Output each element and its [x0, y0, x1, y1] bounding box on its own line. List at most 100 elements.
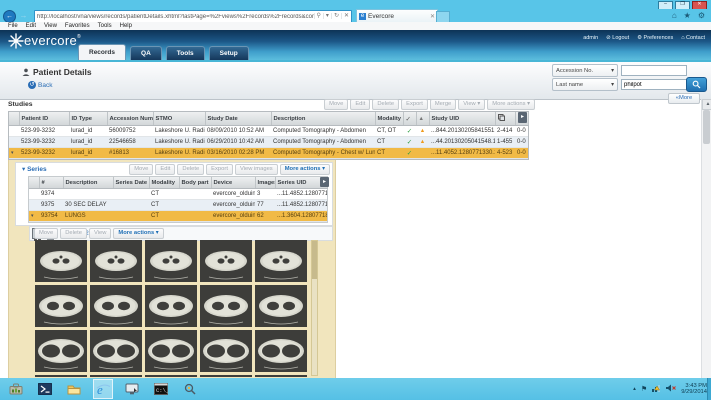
series-export-button[interactable]: Export [206, 164, 233, 175]
table-row[interactable]: ▾93754LUNGSCTevercore_olduin62...1.3604.… [29, 211, 327, 222]
column-header-images-count-icon[interactable] [495, 112, 515, 126]
studies-view-button[interactable]: View ▾ [458, 99, 485, 110]
series-move-button[interactable]: Move [129, 164, 153, 175]
taskbar-remote-desktop-icon[interactable] [122, 379, 142, 399]
studies-merge-button[interactable]: Merge [430, 99, 456, 110]
url-text[interactable]: http://localhost/vna/views/records/patie… [35, 14, 314, 20]
ct-slice-thumbnail[interactable] [35, 240, 87, 282]
scrollbar-thumb[interactable] [703, 110, 710, 144]
taskbar-powershell-icon[interactable] [35, 379, 55, 399]
column-header-patient-id[interactable]: Patient ID [19, 112, 69, 126]
network-warning-icon[interactable] [652, 384, 661, 394]
scroll-up-arrow[interactable]: ▲ [702, 99, 711, 110]
viewer-more-actions-button[interactable]: More actions ▾ [113, 228, 163, 239]
taskbar-server-manager-icon[interactable] [6, 379, 26, 399]
column-header-description[interactable]: Description [271, 112, 375, 126]
tab-tools[interactable]: Tools [166, 46, 205, 60]
series-more-actions-button[interactable]: More actions ▾ [280, 164, 330, 175]
column-header-body-part[interactable]: Body part [179, 177, 211, 189]
taskbar-search-tool-icon[interactable] [180, 379, 200, 399]
favorites-star-icon[interactable]: ★ [684, 10, 691, 21]
ct-slice-thumbnail[interactable] [145, 240, 197, 282]
tab-records[interactable]: Records [78, 44, 126, 60]
studies-move-button[interactable]: Move [324, 99, 348, 110]
series-delete-button[interactable]: Delete [177, 164, 204, 175]
last-name-input[interactable] [621, 79, 687, 90]
menu-tools[interactable]: Tools [94, 23, 116, 29]
ct-slice-thumbnail[interactable] [90, 240, 142, 282]
column-header-modality[interactable]: Modality [375, 112, 403, 126]
thumbnail-scrollbar[interactable] [311, 240, 318, 376]
taskbar-file-explorer-icon[interactable] [64, 379, 84, 399]
ct-slice-thumbnail[interactable] [145, 375, 197, 377]
series-more-columns-button[interactable]: ▸ [320, 177, 329, 187]
accession-no-dropdown[interactable]: Accession No.▾ [552, 64, 618, 77]
ct-slice-thumbnail[interactable] [90, 330, 142, 372]
last-name-dropdown[interactable]: Last name▾ [552, 78, 618, 91]
back-link[interactable]: ↺ Back [28, 81, 52, 89]
home-icon[interactable]: ⌂ [672, 10, 677, 21]
forward-button[interactable]: → [18, 10, 29, 21]
column-header-device[interactable]: Device [211, 177, 255, 189]
table-row[interactable]: 523-99-3232lurad_id22546658Lakeshore U. … [9, 137, 528, 148]
browser-tab-evercore[interactable]: e Evercore ✕ [356, 9, 438, 23]
more-search-fields-button[interactable]: «More [668, 93, 700, 104]
studies-edit-button[interactable]: Edit [350, 99, 370, 110]
column-header-modality[interactable]: Modality [149, 177, 179, 189]
ct-slice-thumbnail[interactable] [35, 375, 87, 377]
header-link-preferences[interactable]: ⚙Preferences [637, 35, 673, 41]
action-center-flag-icon[interactable]: ⚑ [641, 385, 647, 393]
column-header-stmo[interactable]: STMO [153, 112, 205, 126]
header-link-contact[interactable]: ⌂Contact [681, 35, 705, 41]
column-header-study-date[interactable]: Study Date [205, 112, 271, 126]
column-header-series-date[interactable]: Series Date [113, 177, 149, 189]
ct-slice-thumbnail[interactable] [255, 330, 307, 372]
column-header-check-icon[interactable]: ✓ [403, 112, 416, 126]
ct-slice-thumbnail[interactable] [35, 330, 87, 372]
search-icon[interactable]: ⚲ [314, 13, 323, 19]
page-scrollbar[interactable]: ▲ [701, 99, 711, 378]
series-edit-button[interactable]: Edit [155, 164, 175, 175]
studies-more-columns-button[interactable]: ▸ [518, 112, 527, 123]
ct-slice-thumbnail[interactable] [200, 330, 252, 372]
stop-icon[interactable]: ✕ [341, 13, 351, 19]
menu-favorites[interactable]: Favorites [61, 23, 94, 29]
studies-delete-button[interactable]: Delete [372, 99, 399, 110]
settings-gear-icon[interactable]: ⚙ [698, 10, 705, 21]
column-header-study-uid[interactable]: Study UID [429, 112, 495, 126]
search-button[interactable] [686, 77, 707, 92]
viewer-move-button[interactable]: Move [34, 228, 58, 239]
column-header-description[interactable]: Description [63, 177, 113, 189]
tab-qa[interactable]: QA [130, 46, 162, 60]
taskbar-command-prompt-icon[interactable]: C:\_ [151, 379, 171, 399]
table-row[interactable]: 937530 SEC DELAYCTevercore_olduin77...11… [29, 200, 327, 211]
volume-muted-icon[interactable] [666, 384, 676, 394]
ct-slice-thumbnail[interactable] [200, 375, 252, 377]
table-row[interactable]: 523-99-3232lurad_id56009752Lakeshore U. … [9, 126, 528, 137]
column-header-warning-icon[interactable]: ▲ [416, 112, 429, 126]
ct-slice-thumbnail[interactable] [90, 375, 142, 377]
column-header-accession-number[interactable]: Accession Number [107, 112, 153, 126]
refresh-icon[interactable]: ↻ [331, 13, 341, 19]
series-section-title[interactable]: ▾ Series [22, 165, 47, 173]
dropdown-caret-icon[interactable]: ▾ [323, 13, 331, 19]
menu-help[interactable]: Help [116, 23, 136, 29]
studies-export-button[interactable]: Export [401, 99, 428, 110]
ct-slice-thumbnail[interactable] [35, 285, 87, 327]
viewer-view-button[interactable]: View [89, 228, 111, 239]
ct-slice-thumbnail[interactable] [145, 285, 197, 327]
table-row[interactable]: ▾523-99-3232lurad_id#16813Lakeshore U. R… [9, 148, 528, 159]
header-link-logout[interactable]: ⊘Logout [606, 35, 629, 41]
ct-slice-thumbnail[interactable] [200, 240, 252, 282]
show-desktop-button[interactable] [707, 378, 711, 400]
accession-no-input[interactable] [621, 65, 687, 76]
taskbar-internet-explorer-icon[interactable]: e [93, 379, 113, 399]
viewer-delete-button[interactable]: Delete [60, 228, 87, 239]
ct-slice-thumbnail[interactable] [255, 375, 307, 377]
ct-slice-thumbnail[interactable] [200, 285, 252, 327]
table-row[interactable]: 9374CTevercore_olduin3...11.4852.1280771… [29, 189, 327, 200]
tab-setup[interactable]: Setup [209, 46, 249, 60]
menu-file[interactable]: File [4, 23, 22, 29]
ct-slice-thumbnail[interactable] [90, 285, 142, 327]
tab-close-icon[interactable]: ✕ [430, 13, 435, 20]
